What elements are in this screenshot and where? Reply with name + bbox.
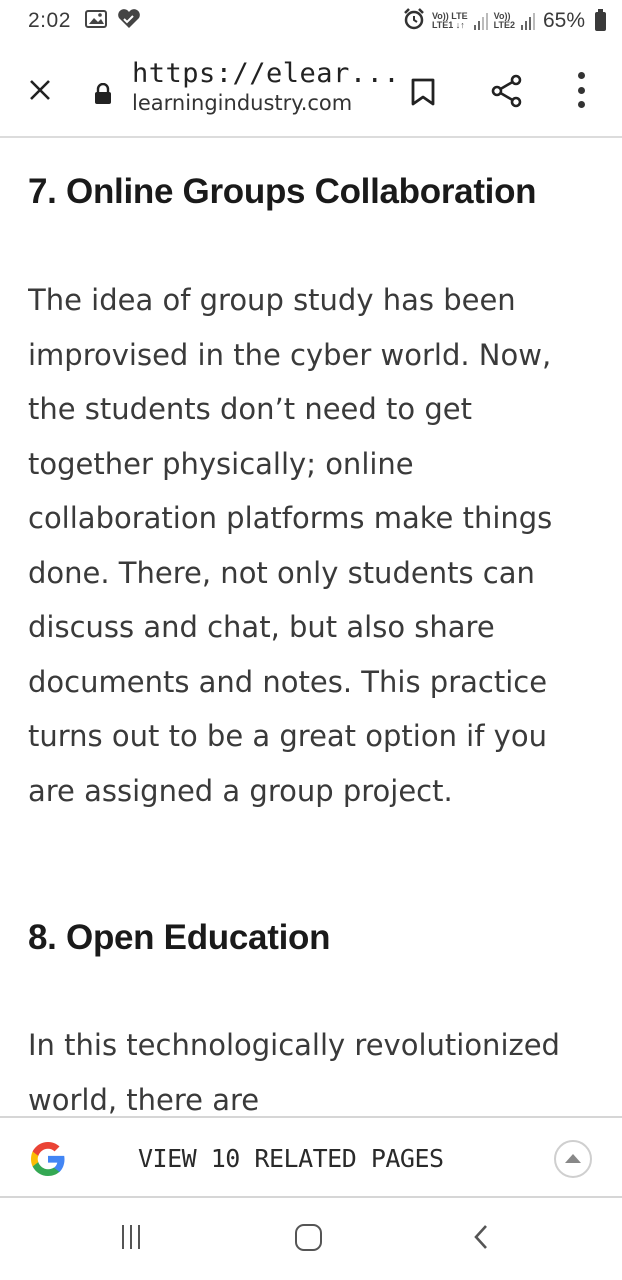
net2-bottom: LTE2 xyxy=(493,20,515,30)
battery-icon xyxy=(595,8,606,31)
back-icon[interactable] xyxy=(472,1223,490,1255)
home-icon[interactable] xyxy=(295,1224,322,1251)
related-pages-bar[interactable]: VIEW 10 RELATED PAGES xyxy=(0,1116,622,1198)
section-paragraph: In this technologically revolutionized w… xyxy=(28,1028,560,1116)
related-pages-label: VIEW 10 RELATED PAGES xyxy=(138,1144,444,1173)
section-heading: 7. Online Groups Collaboration xyxy=(28,172,537,211)
image-icon xyxy=(84,9,107,33)
signal-icon xyxy=(473,12,488,30)
url-domain: learningindustry.com xyxy=(132,91,353,115)
system-nav-bar xyxy=(0,1198,622,1280)
heart-icon xyxy=(117,8,141,34)
bookmark-icon xyxy=(411,78,435,106)
share-icon xyxy=(491,74,522,108)
article-content: 7. Online Groups Collaboration The idea … xyxy=(28,138,603,1116)
section-heading: 8. Open Education xyxy=(28,918,331,957)
net-indicator-1: Vo)) LTE LTE1 ↓↑ xyxy=(432,12,468,30)
url-text: https://elear... xyxy=(132,58,401,89)
net1-bottom: LTE1 ↓↑ xyxy=(431,20,465,30)
status-bar: 2:02 Vo)) LTE LTE1 ↓↑ Vo)) LTE2 65% xyxy=(0,0,622,42)
status-time: 2:02 xyxy=(28,9,71,32)
close-icon xyxy=(30,80,50,100)
browser-toolbar: https://elear... learningindustry.com xyxy=(0,42,622,138)
more-vert-icon[interactable] xyxy=(574,72,588,108)
bookmark-button[interactable] xyxy=(410,78,436,110)
alarm-icon xyxy=(402,7,426,36)
expand-up-icon[interactable] xyxy=(554,1140,592,1178)
close-button[interactable] xyxy=(24,74,56,106)
battery-percent: 65% xyxy=(542,9,585,32)
google-logo-icon xyxy=(28,1139,68,1183)
recent-apps-icon[interactable] xyxy=(122,1225,140,1249)
url-bar[interactable]: https://elear... learningindustry.com xyxy=(132,58,400,115)
section-paragraph: The idea of group study has been improvi… xyxy=(28,283,553,808)
share-button[interactable] xyxy=(490,74,524,112)
net-indicator-2: Vo)) LTE2 xyxy=(494,12,515,30)
lock-icon xyxy=(94,82,112,109)
signal-icon xyxy=(520,12,535,30)
